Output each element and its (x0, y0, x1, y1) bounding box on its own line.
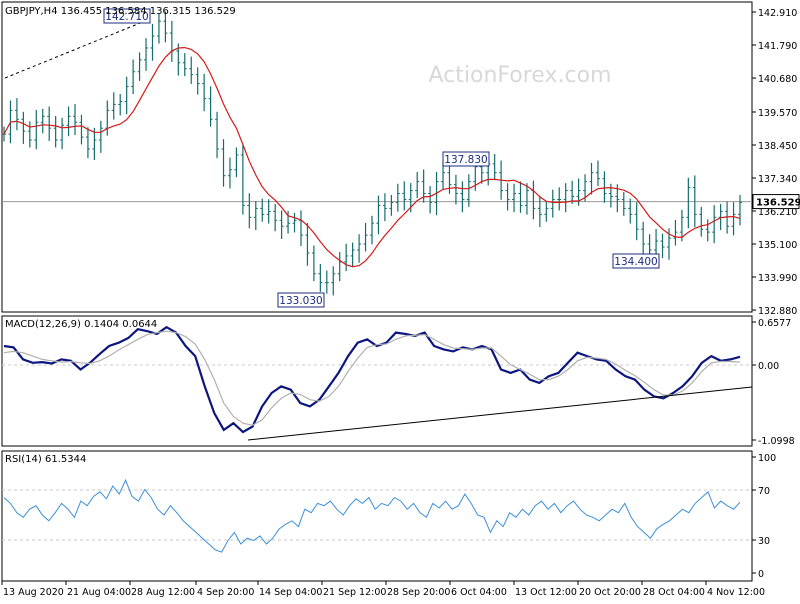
x-tick-label: 20 Oct 20:00 (579, 587, 641, 598)
x-tick-label: 4 Sep 20:00 (197, 587, 254, 598)
rsi-y-tick-label: 30 (758, 536, 770, 547)
price-panel-title: GBPJPY,H4 136.455 136.584 136.315 136.52… (5, 6, 236, 17)
price-y-tick-label: 140.680 (758, 74, 797, 85)
x-tick-label: 21 Sep 12:00 (323, 587, 386, 598)
rsi-y-tick-label: 0 (758, 569, 764, 580)
x-tick-label: 28 Oct 04:00 (643, 587, 705, 598)
current-price-label: 136.529 (756, 198, 800, 209)
x-tick-label: 4 Nov 12:00 (707, 587, 765, 598)
price-y-tick-label: 139.570 (758, 108, 797, 119)
price-y-tick-label: 133.990 (758, 273, 797, 284)
price-y-tick-label: 141.790 (758, 41, 797, 52)
price-y-tick-label: 138.450 (758, 141, 797, 152)
x-tick-label: 28 Aug 12:00 (131, 587, 195, 598)
price-y-tick-label: 135.100 (758, 240, 797, 251)
rsi-y-tick-label: 100 (758, 453, 776, 464)
price-y-tick-label: 137.340 (758, 174, 797, 185)
annotation-label: 137.830 (444, 154, 487, 166)
macd-y-tick-label: 0.6577 (758, 318, 791, 329)
annotation-label: 134.400 (614, 256, 657, 268)
chart-svg: ActionForex.com 142.910 141.790 140.680 139.… (0, 0, 800, 600)
annotation-label: 133.030 (279, 295, 322, 307)
x-tick-label: 6 Oct 04:00 (451, 587, 507, 598)
x-tick-label: 28 Sep 20:00 (387, 587, 450, 598)
rsi-panel-title: RSI(14) 61.5344 (5, 454, 86, 465)
macd-y-tick-label: 0.00 (758, 361, 779, 372)
price-y-tick-label: 142.910 (758, 8, 797, 19)
x-tick-label: 13 Oct 12:00 (515, 587, 577, 598)
price-y-tick-label: 132.880 (758, 306, 797, 317)
x-tick-label: 14 Sep 04:00 (259, 587, 322, 598)
chart-background (0, 0, 800, 600)
x-tick-label: 21 Aug 04:00 (67, 587, 131, 598)
rsi-y-tick-label: 70 (758, 486, 770, 497)
watermark: ActionForex.com (429, 63, 612, 88)
macd-panel-title: MACD(12,26,9) 0.1404 0.0644 (5, 319, 157, 330)
x-tick-label: 13 Aug 2020 (3, 587, 64, 598)
macd-y-tick-label: -1.0998 (758, 436, 795, 447)
chart-root: ActionForex.com 142.910 141.790 140.680 139.… (0, 0, 800, 600)
